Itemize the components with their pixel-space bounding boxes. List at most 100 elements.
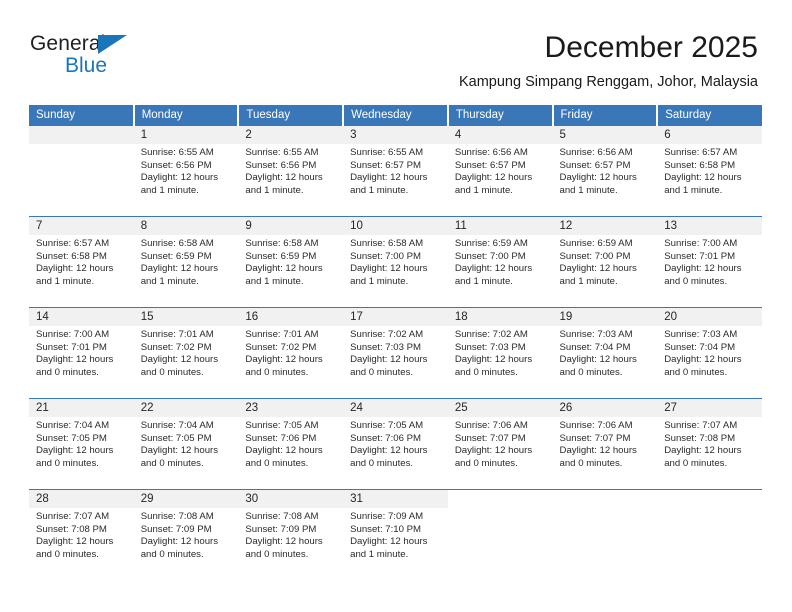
daylight-duration-line2: and 0 minutes. xyxy=(454,457,518,469)
calendar-day-cell[interactable]: 21 Sunrise: 7:04 AM Sunset: 7:05 PM Dayligh… xyxy=(29,398,134,490)
sunset-time: Sunset: 6:57 PM xyxy=(454,159,526,171)
sunrise-time: Sunrise: 7:02 AM xyxy=(454,329,528,340)
daylight-duration-line2: and 0 minutes. xyxy=(140,548,204,560)
daylight-duration-line2: and 1 minute. xyxy=(140,184,199,196)
weekday-header-tuesday: Tuesday xyxy=(238,105,345,126)
sunset-time: Sunset: 7:00 PM xyxy=(350,250,422,262)
sunset-time: Sunset: 6:56 PM xyxy=(245,159,317,171)
daylight-duration-line2: and 0 minutes. xyxy=(664,275,728,287)
calendar-day-cell[interactable]: 7 Sunrise: 6:57 AM Sunset: 6:58 PM Daylight… xyxy=(29,216,134,308)
calendar-day-cell[interactable]: 13 Sunrise: 7:00 AM Sunset: 7:01 PM Dayligh… xyxy=(657,216,762,308)
sunrise-time: Sunrise: 7:01 AM xyxy=(140,329,214,340)
weekday-header-thursday: Thursday xyxy=(447,105,554,126)
daylight-duration-line1: Daylight: 12 hours xyxy=(664,172,742,184)
sunset-time: Sunset: 6:59 PM xyxy=(140,250,212,262)
daylight-duration-line1: Daylight: 12 hours xyxy=(559,263,637,275)
day-sun-info: Sunrise: 6:58 AM Sunset: 6:59 PM Daylight:… xyxy=(238,235,343,288)
day-number: 18 xyxy=(447,308,553,326)
calendar-day-cell[interactable]: 1 Sunrise: 6:55 AM Sunset: 6:56 PM Daylight… xyxy=(133,126,239,217)
daylight-duration-line1: Daylight: 12 hours xyxy=(140,172,219,184)
calendar-day-cell[interactable]: 19 Sunrise: 7:03 AM Sunset: 7:04 PM Dayligh… xyxy=(552,307,658,399)
day-number: 12 xyxy=(552,217,658,235)
sunrise-time: Sunrise: 6:59 AM xyxy=(454,238,528,249)
calendar-day-cell[interactable]: 24 Sunrise: 7:05 AM Sunset: 7:06 PM Dayligh… xyxy=(343,398,448,490)
calendar-day-cell[interactable]: 4 Sunrise: 6:56 AM Sunset: 6:57 PM Daylight… xyxy=(447,126,553,217)
daylight-duration-line1: Daylight: 12 hours xyxy=(664,263,742,275)
calendar-day-cell[interactable]: 3 Sunrise: 6:55 AM Sunset: 6:57 PM Daylight… xyxy=(343,126,448,217)
day-cell-inner: 19 Sunrise: 7:03 AM Sunset: 7:04 PM Dayligh… xyxy=(552,308,658,398)
day-cell-inner: 1 Sunrise: 6:55 AM Sunset: 6:56 PM Daylight… xyxy=(133,126,239,216)
calendar-day-cell[interactable]: 6 Sunrise: 6:57 AM Sunset: 6:58 PM Daylight… xyxy=(657,126,762,217)
weekday-header-monday: Monday xyxy=(133,105,240,126)
day-cell-inner: 31 Sunrise: 7:09 AM Sunset: 7:10 PM Dayligh… xyxy=(343,490,448,580)
day-sun-info: Sunrise: 6:58 AM Sunset: 7:00 PM Daylight:… xyxy=(343,235,448,288)
day-number: 15 xyxy=(133,308,239,326)
day-number xyxy=(29,126,134,144)
general-blue-logo[interactable]: General Blue xyxy=(30,32,170,80)
weekday-header-wednesday: Wednesday xyxy=(343,105,449,126)
calendar-day-cell[interactable]: 26 Sunrise: 7:06 AM Sunset: 7:07 PM Dayligh… xyxy=(552,398,658,490)
sunset-time: Sunset: 6:59 PM xyxy=(245,250,317,262)
calendar-day-cell[interactable]: 16 Sunrise: 7:01 AM Sunset: 7:02 PM Dayligh… xyxy=(238,307,344,399)
daylight-duration-line2: and 0 minutes. xyxy=(350,457,414,469)
calendar-day-cell[interactable]: 5 Sunrise: 6:56 AM Sunset: 6:57 PM Daylight… xyxy=(552,126,658,217)
calendar-day-cell[interactable]: 22 Sunrise: 7:04 AM Sunset: 7:05 PM Dayligh… xyxy=(133,398,239,490)
sunset-time: Sunset: 7:07 PM xyxy=(559,432,631,444)
calendar-day-cell[interactable]: 11 Sunrise: 6:59 AM Sunset: 7:00 PM Dayligh… xyxy=(447,216,553,308)
day-cell-inner: 26 Sunrise: 7:06 AM Sunset: 7:07 PM Dayligh… xyxy=(552,399,658,489)
daylight-duration-line1: Daylight: 12 hours xyxy=(350,263,428,275)
sunrise-time: Sunrise: 6:56 AM xyxy=(454,147,528,158)
day-sun-info: Sunrise: 7:01 AM Sunset: 7:02 PM Daylight:… xyxy=(238,326,343,379)
calendar-day-cell[interactable]: 9 Sunrise: 6:58 AM Sunset: 6:59 PM Daylight… xyxy=(238,216,344,308)
sunset-time: Sunset: 7:01 PM xyxy=(36,341,107,353)
daylight-duration-line2: and 1 minute. xyxy=(245,275,304,287)
day-number: 19 xyxy=(552,308,658,326)
sunrise-time: Sunrise: 6:57 AM xyxy=(664,147,738,158)
calendar-week-row: 7 Sunrise: 6:57 AM Sunset: 6:58 PM Daylight… xyxy=(29,216,762,308)
day-cell-inner: 29 Sunrise: 7:08 AM Sunset: 7:09 PM Dayligh… xyxy=(133,490,239,580)
day-sun-info: Sunrise: 7:00 AM Sunset: 7:01 PM Daylight:… xyxy=(657,235,762,288)
day-number: 30 xyxy=(238,490,344,508)
daylight-duration-line1: Daylight: 12 hours xyxy=(245,536,323,548)
calendar-day-cell[interactable]: 25 Sunrise: 7:06 AM Sunset: 7:07 PM Dayligh… xyxy=(447,398,553,490)
sunrise-time: Sunrise: 7:01 AM xyxy=(245,329,319,340)
sunrise-time: Sunrise: 6:58 AM xyxy=(245,238,319,249)
calendar-day-cell[interactable]: 17 Sunrise: 7:02 AM Sunset: 7:03 PM Dayligh… xyxy=(343,307,448,399)
day-cell-inner: 14 Sunrise: 7:00 AM Sunset: 7:01 PM Dayligh… xyxy=(29,308,134,398)
calendar-day-cell[interactable]: 29 Sunrise: 7:08 AM Sunset: 7:09 PM Dayligh… xyxy=(133,489,239,580)
daylight-duration-line2: and 0 minutes. xyxy=(454,366,518,378)
logo-word-blue: Blue xyxy=(65,54,108,77)
day-number: 10 xyxy=(343,217,448,235)
calendar-day-cell[interactable]: 2 Sunrise: 6:55 AM Sunset: 6:56 PM Daylight… xyxy=(238,126,344,217)
day-number: 17 xyxy=(343,308,448,326)
day-sun-info: Sunrise: 7:04 AM Sunset: 7:05 PM Daylight:… xyxy=(134,417,239,470)
sunrise-time: Sunrise: 7:06 AM xyxy=(559,420,633,431)
sunset-time: Sunset: 6:58 PM xyxy=(36,250,107,262)
daylight-duration-line2: and 1 minute. xyxy=(350,184,409,196)
page-title: December 2025 xyxy=(544,31,758,64)
day-sun-info: Sunrise: 7:05 AM Sunset: 7:06 PM Daylight:… xyxy=(343,417,448,470)
calendar-day-cell[interactable]: 28 Sunrise: 7:07 AM Sunset: 7:08 PM Dayligh… xyxy=(29,489,134,580)
calendar-day-cell[interactable]: 10 Sunrise: 6:58 AM Sunset: 7:00 PM Dayligh… xyxy=(343,216,448,308)
day-number: 4 xyxy=(447,126,553,144)
day-cell-inner: 17 Sunrise: 7:02 AM Sunset: 7:03 PM Dayligh… xyxy=(343,308,448,398)
sunset-time: Sunset: 7:07 PM xyxy=(454,432,526,444)
calendar-day-cell[interactable]: 8 Sunrise: 6:58 AM Sunset: 6:59 PM Daylight… xyxy=(133,216,239,308)
calendar-day-cell[interactable]: 23 Sunrise: 7:05 AM Sunset: 7:06 PM Dayligh… xyxy=(238,398,344,490)
calendar-day-cell[interactable]: 18 Sunrise: 7:02 AM Sunset: 7:03 PM Dayligh… xyxy=(447,307,553,399)
calendar-day-cell[interactable]: 30 Sunrise: 7:08 AM Sunset: 7:09 PM Dayligh… xyxy=(238,489,344,580)
sunrise-time: Sunrise: 7:08 AM xyxy=(245,511,319,522)
calendar-day-cell[interactable]: 12 Sunrise: 6:59 AM Sunset: 7:00 PM Dayligh… xyxy=(552,216,658,308)
calendar-day-cell[interactable]: 27 Sunrise: 7:07 AM Sunset: 7:08 PM Dayligh… xyxy=(657,398,762,490)
calendar-header-row: Sunday Monday Tuesday Wednesday Thursday Frid… xyxy=(29,105,762,126)
day-number: 13 xyxy=(657,217,762,235)
calendar-day-cell[interactable]: 31 Sunrise: 7:09 AM Sunset: 7:10 PM Dayligh… xyxy=(343,489,448,580)
page-subtitle: Kampung Simpang Renggam, Johor, Malaysia xyxy=(458,74,758,90)
calendar-day-cell[interactable]: 14 Sunrise: 7:00 AM Sunset: 7:01 PM Dayligh… xyxy=(29,307,134,399)
calendar-day-cell[interactable]: 15 Sunrise: 7:01 AM Sunset: 7:02 PM Dayligh… xyxy=(133,307,239,399)
day-sun-info: Sunrise: 7:01 AM Sunset: 7:02 PM Daylight:… xyxy=(134,326,239,379)
day-sun-info: Sunrise: 7:08 AM Sunset: 7:09 PM Daylight:… xyxy=(238,508,343,561)
calendar-day-cell[interactable]: 20 Sunrise: 7:03 AM Sunset: 7:04 PM Dayligh… xyxy=(657,307,762,399)
day-sun-info: Sunrise: 7:06 AM Sunset: 7:07 PM Daylight:… xyxy=(553,417,658,470)
daylight-duration-line1: Daylight: 12 hours xyxy=(664,445,742,457)
